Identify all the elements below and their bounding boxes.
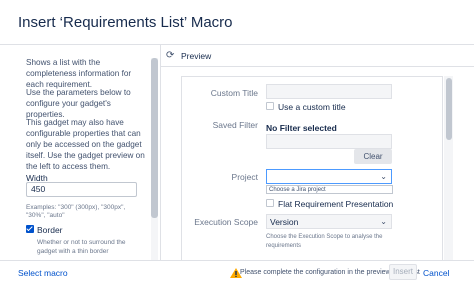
preview-label: Preview bbox=[181, 51, 212, 61]
preview-divider bbox=[161, 66, 474, 67]
preview-scroll-thumb[interactable] bbox=[446, 78, 452, 140]
execution-scope-label: Execution Scope bbox=[194, 217, 258, 227]
custom-title-input[interactable] bbox=[266, 84, 392, 99]
dialog-title: Insert ‘Requirements List’ Macro bbox=[18, 14, 233, 31]
use-custom-title-label: Use a custom title bbox=[278, 102, 346, 112]
saved-filter-input[interactable] bbox=[266, 134, 392, 149]
custom-title-label: Custom Title bbox=[210, 88, 258, 98]
border-help: Whether or not to surround the gadget wi… bbox=[37, 239, 126, 255]
project-label: Project bbox=[231, 172, 258, 182]
refresh-icon[interactable]: ⟳ bbox=[166, 50, 174, 61]
flat-requirement-checkbox[interactable] bbox=[266, 199, 274, 207]
macro-description: Shows a list with the completeness infor… bbox=[26, 58, 132, 89]
execution-scope-help: Choose the Execution Scope to analyse th… bbox=[266, 234, 383, 249]
dialog-header: Insert ‘Requirements List’ Macro bbox=[0, 0, 474, 45]
cancel-button[interactable]: Cancel bbox=[423, 268, 449, 278]
project-hint: Choose a Jira project bbox=[266, 185, 393, 194]
border-checkbox[interactable] bbox=[26, 225, 34, 233]
execution-scope-value: Version bbox=[270, 217, 299, 227]
saved-filter-value: No Filter selected bbox=[266, 123, 337, 133]
sidebar: Shows a list with the completeness infor… bbox=[0, 45, 150, 260]
execution-scope-select[interactable]: Version ⌄ bbox=[266, 214, 392, 229]
sidebar-scroll-thumb[interactable] bbox=[151, 58, 158, 218]
project-select[interactable]: ⌄ bbox=[266, 169, 392, 184]
preview-panel: Custom Title Use a custom title Saved Fi… bbox=[181, 76, 443, 260]
width-examples: Examples: "300" (300px), "300px", "30%",… bbox=[26, 204, 126, 219]
saved-filter-label: Saved Filter bbox=[212, 120, 258, 130]
config-hint: This gadget may also have configurable p… bbox=[26, 118, 145, 171]
width-input[interactable]: 450 bbox=[26, 182, 137, 197]
divider bbox=[160, 45, 161, 260]
chevron-down-icon: ⌄ bbox=[380, 217, 387, 226]
dialog-footer: Select macro Please complete the configu… bbox=[0, 260, 474, 301]
chevron-down-icon: ⌄ bbox=[380, 172, 387, 181]
params-hint: Use the parameters below to configure yo… bbox=[26, 88, 131, 119]
flat-requirement-label: Flat Requirement Presentation bbox=[278, 199, 394, 209]
border-label: Border bbox=[37, 225, 63, 235]
use-custom-title-checkbox[interactable] bbox=[266, 102, 274, 110]
clear-button[interactable]: Clear bbox=[354, 149, 392, 164]
select-macro-link[interactable]: Select macro bbox=[18, 268, 68, 278]
insert-button[interactable]: Insert bbox=[389, 264, 417, 280]
